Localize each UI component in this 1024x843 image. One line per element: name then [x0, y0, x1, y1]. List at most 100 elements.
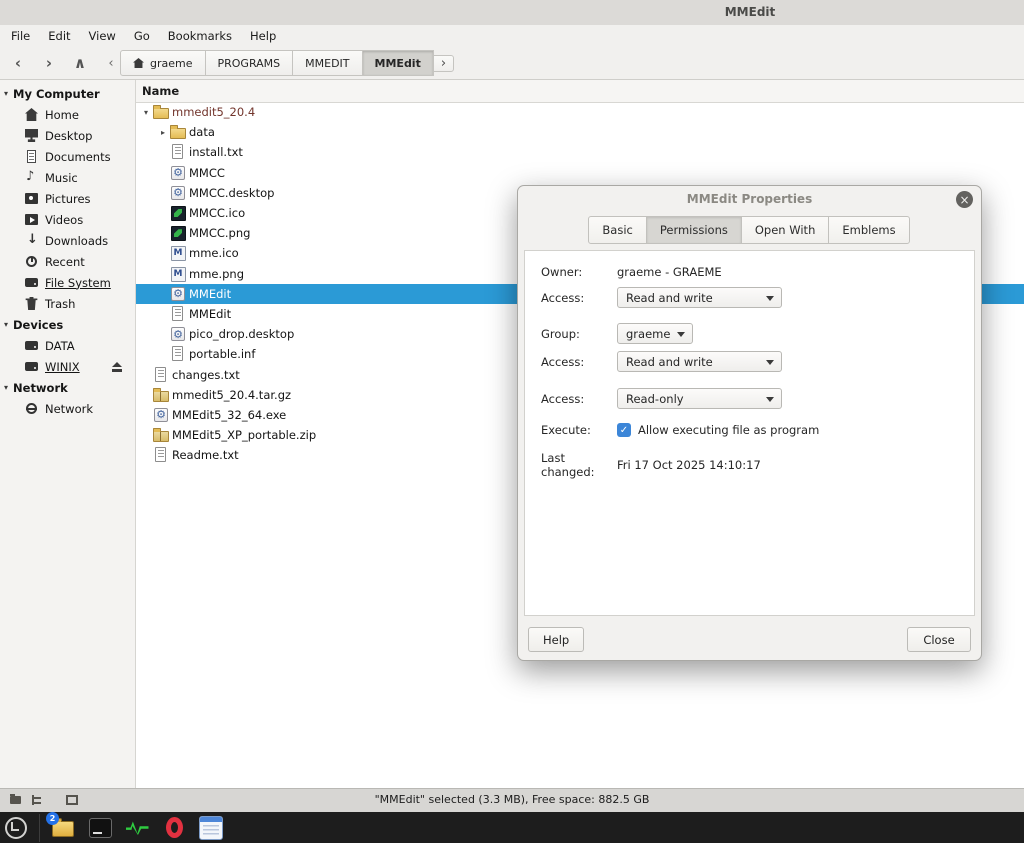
- owner-access-label: Access:: [541, 291, 617, 305]
- image2-file-icon: [170, 266, 186, 282]
- sidebar-section-network[interactable]: ▾Network: [0, 377, 135, 398]
- tab-permissions[interactable]: Permissions: [646, 216, 742, 244]
- breadcrumb-label: PROGRAMS: [218, 57, 281, 70]
- system-monitor-icon[interactable]: [123, 814, 151, 842]
- column-header-name[interactable]: Name: [136, 80, 1024, 103]
- tab-basic[interactable]: Basic: [588, 216, 646, 244]
- tab-open-with[interactable]: Open With: [741, 216, 829, 244]
- up-button[interactable]: ∧: [67, 51, 93, 75]
- dialog-title: MMEdit Properties: [518, 186, 981, 212]
- home-icon: [133, 58, 144, 68]
- toolbar: ‹ › ∧ ‹ graeme PROGRAMS MMEDIT MMEdit ›: [0, 47, 1024, 80]
- pic-icon: [25, 192, 38, 205]
- back-button[interactable]: ‹: [5, 51, 31, 75]
- sidebar-item-videos[interactable]: Videos: [0, 209, 135, 230]
- file-row-data[interactable]: ▸ data: [136, 122, 1024, 142]
- file-row-mmedit5-20-4[interactable]: ▾mmedit5_20.4: [136, 102, 1024, 122]
- sidebar-item-trash[interactable]: Trash: [0, 293, 135, 314]
- sidebar-item-winix[interactable]: WINIX: [0, 356, 135, 377]
- sidebar-item-desktop[interactable]: Desktop: [0, 125, 135, 146]
- sidebar-item-data[interactable]: DATA: [0, 335, 135, 356]
- menu-bookmarks[interactable]: Bookmarks: [159, 27, 241, 45]
- sidebar-item-label: Music: [45, 171, 78, 185]
- close-button[interactable]: Close: [907, 627, 971, 652]
- file-name: portable.inf: [189, 347, 255, 361]
- eject-icon[interactable]: [112, 362, 122, 372]
- text-editor-icon[interactable]: [197, 814, 225, 842]
- sidebar-section-label: Network: [13, 381, 68, 395]
- sidebar-item-home[interactable]: Home: [0, 104, 135, 125]
- menu-go[interactable]: Go: [125, 27, 159, 45]
- help-button[interactable]: Help: [528, 627, 584, 652]
- file-name: install.txt: [189, 145, 243, 159]
- breadcrumb-graeme[interactable]: graeme: [120, 50, 206, 76]
- terminal-icon[interactable]: [86, 814, 114, 842]
- menu-help[interactable]: Help: [241, 27, 285, 45]
- others-access-value: Read-only: [626, 392, 684, 406]
- breadcrumb-mmedit[interactable]: MMEDIT: [292, 50, 362, 76]
- dialog-tabs: BasicPermissionsOpen WithEmblems: [518, 216, 981, 244]
- file-name: MMEdit5_32_64.exe: [172, 408, 286, 422]
- permissions-panel: Owner: graeme - GRAEME Access: Read and …: [524, 250, 975, 616]
- mint-menu-icon[interactable]: [2, 814, 40, 842]
- sidebar-item-downloads[interactable]: Downloads: [0, 230, 135, 251]
- file-row-install-txt[interactable]: install.txt: [136, 142, 1024, 162]
- window-title: MMEdit: [698, 5, 802, 19]
- chevron-down-icon: ▾: [4, 320, 8, 329]
- path-scroll-right-button[interactable]: ›: [433, 55, 454, 72]
- opera-icon[interactable]: [160, 814, 188, 842]
- sidebar-item-recent[interactable]: Recent: [0, 251, 135, 272]
- group-label: Group:: [541, 327, 617, 341]
- exe-file-icon: [170, 326, 186, 342]
- last-changed-label: Last changed:: [541, 451, 617, 479]
- sidebar-item-network[interactable]: Network: [0, 398, 135, 419]
- group-dropdown[interactable]: graeme: [617, 323, 693, 344]
- tab-emblems[interactable]: Emblems: [828, 216, 909, 244]
- menu-edit[interactable]: Edit: [39, 27, 79, 45]
- check-icon: ✓: [620, 425, 628, 436]
- file-name: mmedit5_20.4.tar.gz: [172, 388, 291, 402]
- editor-glyph: [199, 816, 223, 840]
- last-changed-row: Last changed: Fri 17 Oct 2025 14:10:17: [541, 451, 964, 479]
- expander-closed-icon[interactable]: ▸: [156, 128, 170, 137]
- sidebar-item-label: Desktop: [45, 129, 92, 143]
- mint-logo: [5, 817, 27, 839]
- close-icon[interactable]: ×: [956, 191, 973, 208]
- execute-checkbox-label: Allow executing file as program: [638, 423, 819, 437]
- sidebar-item-documents[interactable]: Documents: [0, 146, 135, 167]
- sidebar-section-devices[interactable]: ▾ Devices: [0, 314, 135, 335]
- execute-label: Execute:: [541, 423, 617, 437]
- file-name: data: [189, 125, 215, 139]
- owner-row: Owner: graeme - GRAEME: [541, 265, 964, 279]
- path-scroll-left-button[interactable]: ‹: [103, 56, 119, 71]
- execute-checkbox[interactable]: ✓: [617, 423, 631, 437]
- sidebar-item-label: Videos: [45, 213, 83, 227]
- expander-open-icon[interactable]: ▾: [139, 108, 153, 117]
- sidebar-item-pictures[interactable]: Pictures: [0, 188, 135, 209]
- sidebar-item-label: Recent: [45, 255, 85, 269]
- group-access-row: Access: Read and write: [541, 351, 964, 372]
- breadcrumb-mmedit[interactable]: MMEdit: [362, 50, 434, 76]
- folder-file-icon: [170, 124, 186, 140]
- breadcrumb-programs[interactable]: PROGRAMS: [205, 50, 294, 76]
- file-row-mmcc[interactable]: MMCC: [136, 163, 1024, 183]
- archive-file-icon: [153, 387, 169, 403]
- sidebar-item-file-system[interactable]: File System: [0, 272, 135, 293]
- folder-file-icon: [153, 104, 169, 120]
- sidebar-section-my-computer[interactable]: ▾My Computer: [0, 83, 135, 104]
- breadcrumb-label: MMEdit: [375, 57, 421, 70]
- forward-button[interactable]: ›: [36, 51, 62, 75]
- menu-view[interactable]: View: [80, 27, 125, 45]
- menu-file[interactable]: File: [2, 27, 39, 45]
- file-manager-icon[interactable]: 2: [49, 814, 77, 842]
- sidebar-item-music[interactable]: Music: [0, 167, 135, 188]
- sidebar-item-label: File System: [45, 276, 111, 290]
- taskbar-items: 2: [0, 812, 1024, 843]
- group-access-dropdown[interactable]: Read and write: [617, 351, 782, 372]
- sidebar-section-label: Devices: [13, 318, 63, 332]
- menubar: FileEditViewGoBookmarksHelp: [0, 25, 1024, 47]
- exe-file-icon: [170, 185, 186, 201]
- video-icon: [25, 213, 38, 226]
- owner-access-dropdown[interactable]: Read and write: [617, 287, 782, 308]
- others-access-dropdown[interactable]: Read-only: [617, 388, 782, 409]
